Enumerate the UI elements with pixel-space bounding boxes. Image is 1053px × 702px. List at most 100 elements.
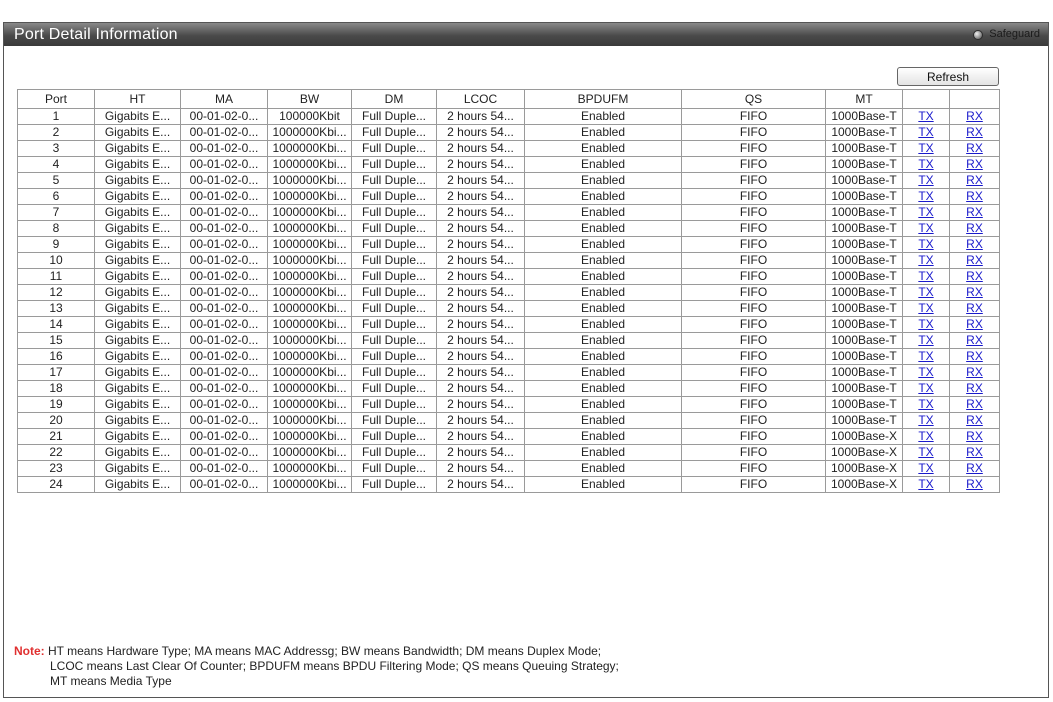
cell-mt: 1000Base-T (825, 332, 903, 349)
note-line-3: MT means Media Type (50, 674, 172, 688)
cell-qs: FIFO (681, 348, 826, 365)
cell-ma: 00-01-02-0... (180, 236, 268, 253)
cell-mt: 1000Base-T (825, 252, 903, 269)
cell-ht: Gigabits E... (94, 140, 181, 157)
cell-ht: Gigabits E... (94, 412, 181, 429)
tx-link[interactable]: TX (918, 126, 933, 140)
rx-link[interactable]: RX (966, 366, 983, 380)
rx-link[interactable]: RX (966, 430, 983, 444)
cell-tx-link: TX (902, 396, 950, 413)
rx-link[interactable]: RX (966, 174, 983, 188)
cell-port: 20 (17, 412, 95, 429)
rx-link[interactable]: RX (966, 286, 983, 300)
tx-link[interactable]: TX (918, 190, 933, 204)
rx-link[interactable]: RX (966, 478, 983, 492)
tx-link[interactable]: TX (918, 206, 933, 220)
cell-ma: 00-01-02-0... (180, 284, 268, 301)
tx-link[interactable]: TX (918, 478, 933, 492)
cell-bw: 1000000Kbi... (267, 124, 352, 141)
cell-ma: 00-01-02-0... (180, 428, 268, 445)
tx-link[interactable]: TX (918, 446, 933, 460)
tx-link[interactable]: TX (918, 158, 933, 172)
tx-link[interactable]: TX (918, 398, 933, 412)
table-row: 13 Gigabits E... 00-01-02-0... 1000000Kbi..… (17, 300, 1000, 317)
table-row: 18 Gigabits E... 00-01-02-0... 1000000Kbi..… (17, 380, 1000, 397)
rx-link[interactable]: RX (966, 142, 983, 156)
table-row: 15 Gigabits E... 00-01-02-0... 1000000Kbi..… (17, 332, 1000, 349)
cell-bw: 1000000Kbi... (267, 300, 352, 317)
rx-link[interactable]: RX (966, 302, 983, 316)
cell-dm: Full Duple... (351, 476, 437, 493)
cell-tx-link: TX (902, 236, 950, 253)
tx-link[interactable]: TX (918, 142, 933, 156)
table-row: 12 Gigabits E... 00-01-02-0... 1000000Kbi..… (17, 284, 1000, 301)
rx-link[interactable]: RX (966, 462, 983, 476)
cell-ma: 00-01-02-0... (180, 156, 268, 173)
tx-link[interactable]: TX (918, 254, 933, 268)
rx-link[interactable]: RX (966, 270, 983, 284)
cell-bw: 100000Kbit (267, 108, 352, 125)
table-row: 22 Gigabits E... 00-01-02-0... 1000000Kbi..… (17, 444, 1000, 461)
tx-link[interactable]: TX (918, 430, 933, 444)
cell-lcoc: 2 hours 54... (436, 300, 525, 317)
cell-tx-link: TX (902, 204, 950, 221)
rx-link[interactable]: RX (966, 446, 983, 460)
tx-link[interactable]: TX (918, 382, 933, 396)
tx-link[interactable]: TX (918, 318, 933, 332)
cell-port: 16 (17, 348, 95, 365)
cell-dm: Full Duple... (351, 460, 437, 477)
rx-link[interactable]: RX (966, 414, 983, 428)
rx-link[interactable]: RX (966, 206, 983, 220)
cell-dm: Full Duple... (351, 220, 437, 237)
cell-bw: 1000000Kbi... (267, 284, 352, 301)
tx-link[interactable]: TX (918, 110, 933, 124)
cell-ht: Gigabits E... (94, 444, 181, 461)
table-row: 23 Gigabits E... 00-01-02-0... 1000000Kbi..… (17, 460, 1000, 477)
cell-rx-link: RX (949, 380, 1000, 397)
tx-link[interactable]: TX (918, 222, 933, 236)
rx-link[interactable]: RX (966, 398, 983, 412)
rx-link[interactable]: RX (966, 254, 983, 268)
rx-link[interactable]: RX (966, 126, 983, 140)
cell-bpdufm: Enabled (524, 268, 682, 285)
rx-link[interactable]: RX (966, 382, 983, 396)
rx-link[interactable]: RX (966, 110, 983, 124)
rx-link[interactable]: RX (966, 318, 983, 332)
rx-link[interactable]: RX (966, 158, 983, 172)
rx-link[interactable]: RX (966, 334, 983, 348)
tx-link[interactable]: TX (918, 350, 933, 364)
cell-tx-link: TX (902, 364, 950, 381)
tx-link[interactable]: TX (918, 270, 933, 284)
cell-dm: Full Duple... (351, 396, 437, 413)
rx-link[interactable]: RX (966, 190, 983, 204)
cell-rx-link: RX (949, 220, 1000, 237)
tx-link[interactable]: TX (918, 302, 933, 316)
cell-bpdufm: Enabled (524, 300, 682, 317)
cell-rx-link: RX (949, 396, 1000, 413)
tx-link[interactable]: TX (918, 462, 933, 476)
tx-link[interactable]: TX (918, 366, 933, 380)
cell-ma: 00-01-02-0... (180, 444, 268, 461)
cell-rx-link: RX (949, 316, 1000, 333)
cell-bpdufm: Enabled (524, 140, 682, 157)
refresh-button[interactable]: Refresh (897, 67, 999, 86)
cell-ma: 00-01-02-0... (180, 380, 268, 397)
tx-link[interactable]: TX (918, 414, 933, 428)
cell-rx-link: RX (949, 236, 1000, 253)
tx-link[interactable]: TX (918, 334, 933, 348)
table-row: 2 Gigabits E... 00-01-02-0... 1000000Kbi...… (17, 124, 1000, 141)
tx-link[interactable]: TX (918, 286, 933, 300)
cell-tx-link: TX (902, 108, 950, 125)
cell-ht: Gigabits E... (94, 348, 181, 365)
cell-lcoc: 2 hours 54... (436, 268, 525, 285)
cell-bpdufm: Enabled (524, 460, 682, 477)
rx-link[interactable]: RX (966, 222, 983, 236)
cell-qs: FIFO (681, 300, 826, 317)
rx-link[interactable]: RX (966, 350, 983, 364)
rx-link[interactable]: RX (966, 238, 983, 252)
tx-link[interactable]: TX (918, 174, 933, 188)
cell-lcoc: 2 hours 54... (436, 204, 525, 221)
cell-port: 10 (17, 252, 95, 269)
tx-link[interactable]: TX (918, 238, 933, 252)
cell-ht: Gigabits E... (94, 476, 181, 493)
